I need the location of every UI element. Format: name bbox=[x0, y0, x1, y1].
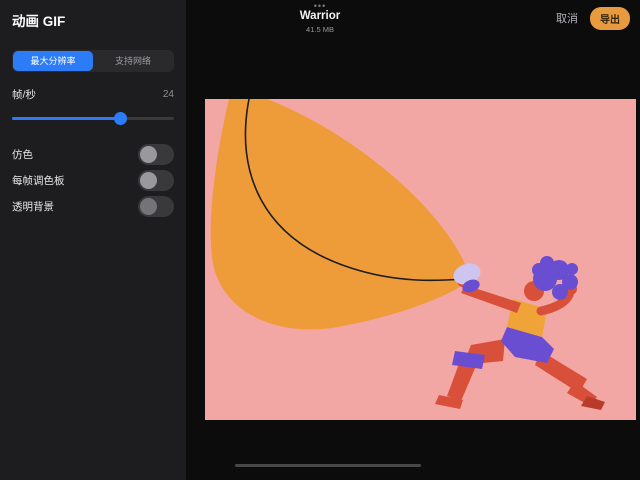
fps-row: 帧/秒 24 bbox=[12, 87, 174, 102]
fps-value: 24 bbox=[163, 89, 174, 100]
dithering-label: 仿色 bbox=[12, 147, 33, 162]
toggle-knob bbox=[140, 172, 157, 189]
segment-max-resolution[interactable]: 最大分辨率 bbox=[13, 51, 93, 71]
dithering-toggle[interactable] bbox=[138, 144, 174, 165]
fps-slider-thumb[interactable] bbox=[114, 112, 127, 125]
toggle-knob bbox=[140, 198, 157, 215]
segment-web-ready[interactable]: 支持网络 bbox=[93, 51, 173, 71]
export-button[interactable]: 导出 bbox=[590, 7, 630, 30]
warrior-illustration bbox=[205, 99, 636, 420]
timeline-scrollbar[interactable] bbox=[235, 464, 421, 467]
cancel-button[interactable]: 取消 bbox=[556, 10, 578, 26]
resolution-segmented-control: 最大分辨率 支持网络 bbox=[12, 50, 174, 72]
fps-label: 帧/秒 bbox=[12, 87, 36, 102]
artwork-preview bbox=[205, 99, 636, 420]
per-frame-palette-label: 每帧调色板 bbox=[12, 173, 65, 188]
toggle-knob bbox=[140, 146, 157, 163]
transparent-background-row: 透明背景 bbox=[12, 193, 174, 219]
dithering-row: 仿色 bbox=[12, 141, 174, 167]
per-frame-palette-row: 每帧调色板 bbox=[12, 167, 174, 193]
fps-slider-track bbox=[12, 117, 174, 120]
per-frame-palette-toggle[interactable] bbox=[138, 170, 174, 191]
gif-settings-panel: 动画 GIF 最大分辨率 支持网络 帧/秒 24 仿色 每帧调色板 透明背景 bbox=[0, 0, 186, 480]
fps-slider[interactable] bbox=[12, 111, 174, 125]
fps-slider-fill bbox=[12, 117, 121, 120]
transparent-background-toggle[interactable] bbox=[138, 196, 174, 217]
transparent-background-label: 透明背景 bbox=[12, 199, 54, 214]
gif-export-screen: ••• Warrior 41.5 MB 取消 导出 动画 GIF 最大分辨率 支… bbox=[0, 0, 640, 480]
panel-title: 动画 GIF bbox=[12, 10, 174, 30]
